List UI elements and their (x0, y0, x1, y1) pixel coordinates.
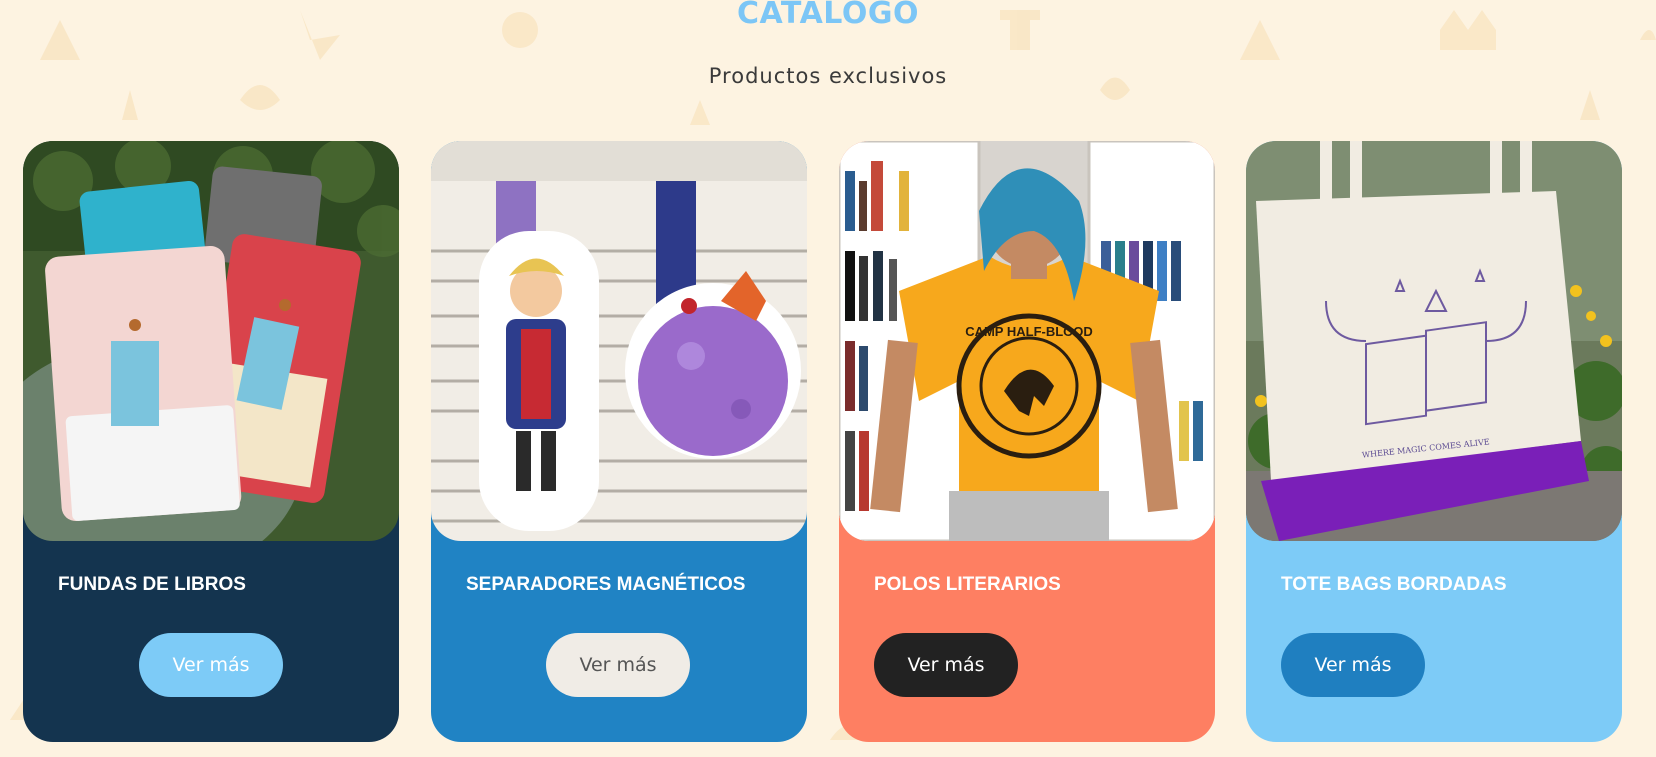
ver-mas-button[interactable]: Ver más (546, 633, 690, 697)
product-card-separadores: SEPARADORES MAGNÉTICOS Ver más (431, 141, 807, 742)
tote-bag-photo: WHERE MAGIC COMES ALIVE (1246, 141, 1622, 541)
shirt-print-text: CAMP HALF-BLOOD (965, 324, 1093, 339)
card-label: TOTE BAGS BORDADAS (1281, 574, 1507, 595)
card-label: FUNDAS DE LIBROS (58, 574, 246, 595)
bookmarks-photo (431, 141, 807, 541)
ver-mas-button[interactable]: Ver más (1281, 633, 1425, 697)
product-card-polos: CAMP HALF-BLOOD POLOS LITERARIOS Ver más (839, 141, 1215, 742)
card-label: SEPARADORES MAGNÉTICOS (466, 574, 746, 595)
product-card-tote-bags: WHERE MAGIC COMES ALIVE TOTE BAGS BORDAD… (1246, 141, 1622, 742)
tshirt-photo: CAMP HALF-BLOOD (839, 141, 1215, 541)
catalog-title: CATÁLOGO (737, 0, 919, 31)
product-card-fundas: FUNDAS DE LIBROS Ver más (23, 141, 399, 742)
book-sleeves-photo (23, 141, 399, 541)
ver-mas-button[interactable]: Ver más (139, 633, 283, 697)
catalog-subtitle: Productos exclusivos (708, 64, 948, 88)
ver-mas-button[interactable]: Ver más (874, 633, 1018, 697)
card-label: POLOS LITERARIOS (874, 574, 1061, 595)
